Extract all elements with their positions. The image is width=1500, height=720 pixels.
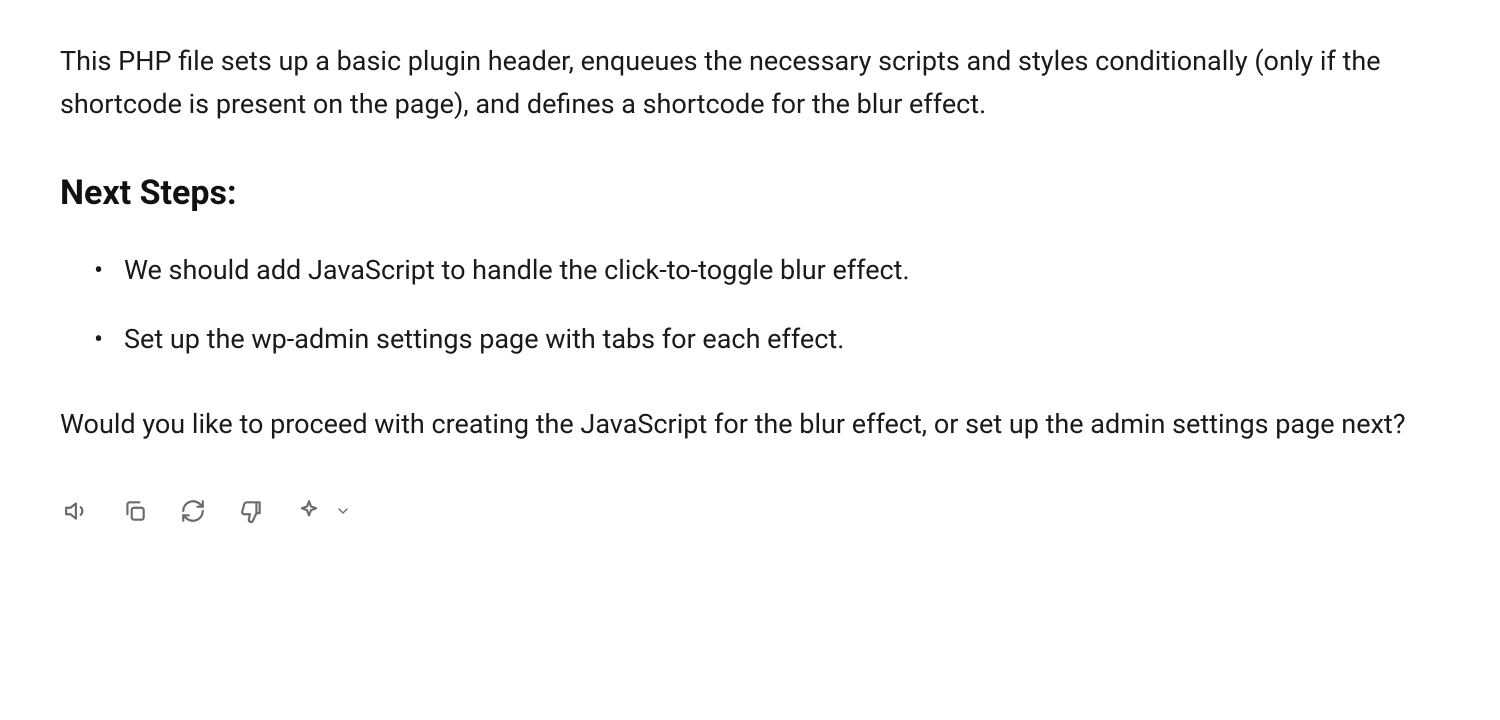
refresh-icon[interactable] [178, 496, 208, 526]
copy-icon[interactable] [120, 496, 150, 526]
sparkle-menu[interactable] [294, 496, 358, 526]
list-item: Set up the wp-admin settings page with t… [68, 318, 1440, 361]
thumbs-down-icon[interactable] [236, 496, 266, 526]
next-steps-heading: Next Steps: [60, 166, 1440, 220]
closing-paragraph: Would you like to proceed with creating … [60, 403, 1440, 446]
sparkle-icon [294, 496, 324, 526]
list-item: We should add JavaScript to handle the c… [68, 249, 1440, 292]
intro-paragraph: This PHP file sets up a basic plugin hea… [60, 40, 1440, 126]
chevron-down-icon [328, 496, 358, 526]
next-steps-list: We should add JavaScript to handle the c… [60, 249, 1440, 361]
speaker-icon[interactable] [62, 496, 92, 526]
message-toolbar [60, 496, 1440, 526]
